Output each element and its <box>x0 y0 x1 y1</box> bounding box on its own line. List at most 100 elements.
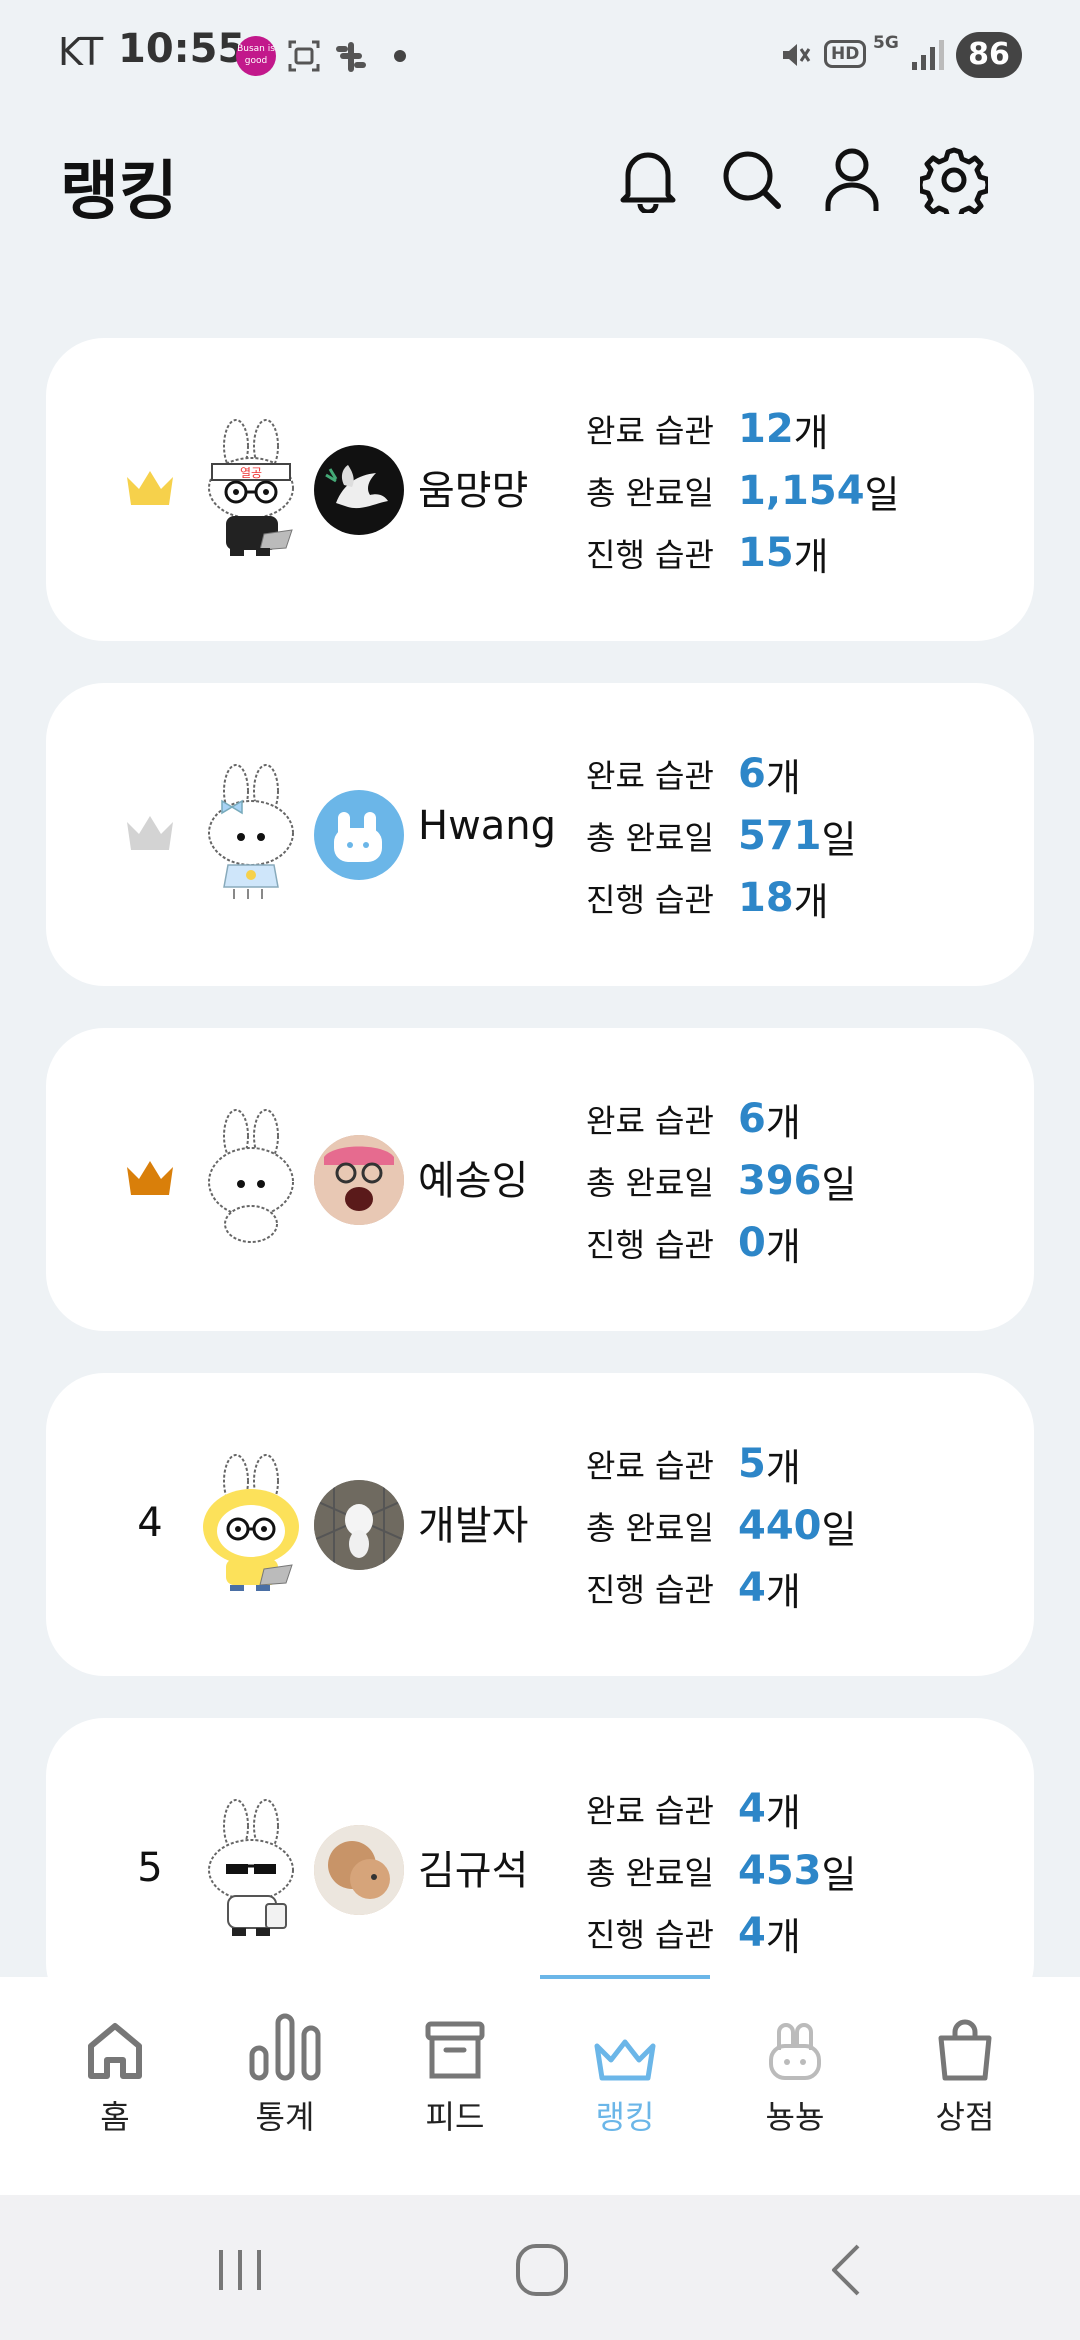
total-days-value: 396 <box>738 1158 822 1204</box>
username: 개발자 <box>418 1503 529 1549</box>
ranking-card[interactable]: 4 개발자 완료 습관 5 개 총 완료일 440 일 진행 습관 4 개 <box>46 1373 1034 1676</box>
nav-item-home[interactable]: 홈 <box>30 2002 200 2152</box>
rank-badge <box>106 448 194 528</box>
status-bar: KT 10:55 Busan is good HD 5G 86 <box>0 0 1080 110</box>
crown-icon <box>594 2039 656 2081</box>
nav-item-ranking[interactable]: 랭킹 <box>540 2002 710 2152</box>
completed-habits-row: 완료 습관 5 개 <box>586 1441 801 1490</box>
nav-item-stats[interactable]: 통계 <box>200 2002 370 2152</box>
poodle-photo-avatar-image <box>314 1825 404 1915</box>
completed-habits-value: 6 <box>738 1096 766 1142</box>
battery-indicator: 86 <box>956 32 1022 78</box>
crown-gold-icon <box>127 471 173 505</box>
home-circle-icon <box>516 2244 568 2296</box>
ongoing-habits-value: 0 <box>738 1220 766 1266</box>
feed-icon <box>425 2021 485 2079</box>
total-days-value: 1,154 <box>738 468 865 514</box>
search-button[interactable] <box>712 140 792 220</box>
completed-habits-row: 완료 습관 12 개 <box>586 406 829 455</box>
home-icon <box>88 2023 142 2079</box>
total-days-row: 총 완료일 396 일 <box>586 1158 857 1207</box>
rank-badge <box>106 793 194 873</box>
rank-badge: 5 <box>106 1828 194 1908</box>
ongoing-habits-row: 진행 습관 0 개 <box>586 1220 801 1269</box>
total-days-value: 571 <box>738 813 822 859</box>
nav-label-home: 홈 <box>100 2098 130 2136</box>
clock: 10:55 <box>118 26 246 72</box>
search-icon <box>723 151 781 209</box>
crown-silver-icon <box>127 816 173 850</box>
character-bunny-ribbon <box>208 764 294 899</box>
completed-habits-value: 5 <box>738 1441 766 1487</box>
stats-icon <box>249 2013 321 2081</box>
character-bunny-sunglasses <box>208 1799 294 1936</box>
character-bunny-hoodie <box>203 1454 299 1591</box>
user-avatar <box>314 1135 404 1225</box>
photo-avatar-image <box>314 1135 404 1225</box>
recents-icon <box>219 2250 261 2290</box>
total-days-row: 총 완료일 1,154 일 <box>586 468 900 517</box>
ranking-card[interactable]: 열공 움먕먕 완료 습관 12 개 총 완료일 1,154 일 진행 습관 15 <box>46 338 1034 641</box>
back-icon <box>832 2244 860 2296</box>
nav-label-shop: 상점 <box>935 2098 995 2136</box>
settings-button[interactable] <box>914 140 994 220</box>
ongoing-habits-value: 4 <box>738 1910 766 1956</box>
user-stats: 완료 습관 4 개 총 완료일 453 일 진행 습관 4 개 <box>586 1778 1006 1964</box>
notification-dot <box>394 50 406 62</box>
ongoing-habits-value: 4 <box>738 1565 766 1611</box>
user-stats: 완료 습관 5 개 총 완료일 440 일 진행 습관 4 개 <box>586 1433 1006 1619</box>
system-nav-bar <box>0 2195 1080 2340</box>
network-type: 5G <box>873 33 899 53</box>
user-stats: 완료 습관 12 개 총 완료일 1,154 일 진행 습관 15 개 <box>586 398 1006 584</box>
total-days-row: 총 완료일 440 일 <box>586 1503 857 1552</box>
dove-avatar-image <box>325 465 388 509</box>
rank-number: 4 <box>137 1500 163 1546</box>
username: 예송잉 <box>418 1158 529 1204</box>
rank-badge <box>106 1138 194 1218</box>
bottom-nav: 홈 통계 피드 랭킹 뇽뇽 상점 <box>0 1977 1080 2195</box>
shop-icon <box>938 2019 992 2081</box>
completed-habits-row: 완료 습관 4 개 <box>586 1786 801 1835</box>
total-days-row: 총 완료일 453 일 <box>586 1848 857 1897</box>
nav-item-shop[interactable]: 상점 <box>880 2002 1050 2152</box>
total-days-value: 440 <box>738 1503 822 1549</box>
dog-photo-avatar-image <box>314 1480 404 1570</box>
ongoing-habits-value: 15 <box>738 530 794 576</box>
user-avatar <box>314 790 404 880</box>
rank-badge: 4 <box>106 1483 194 1563</box>
completed-habits-value: 6 <box>738 751 766 797</box>
ongoing-habits-row: 진행 습관 4 개 <box>586 1565 801 1614</box>
active-tab-indicator <box>540 1975 710 1979</box>
notifications-button[interactable] <box>608 140 688 220</box>
profile-button[interactable] <box>812 140 892 220</box>
gear-icon <box>920 147 988 214</box>
screenshot-icon <box>288 40 320 72</box>
ongoing-habits-row: 진행 습관 4 개 <box>586 1910 801 1959</box>
bunny-avatar-image <box>334 812 382 862</box>
ongoing-habits-value: 18 <box>738 875 794 921</box>
bell-icon <box>620 152 676 213</box>
user-icon <box>825 148 879 211</box>
bunny-icon <box>769 2023 821 2080</box>
home-system-button[interactable] <box>502 2230 582 2310</box>
ongoing-habits-row: 진행 습관 18 개 <box>586 875 829 924</box>
back-button[interactable] <box>806 2230 886 2310</box>
character-bunny-studying: 열공 <box>208 419 294 556</box>
nav-item-feed[interactable]: 피드 <box>370 2002 540 2152</box>
nav-label-stats: 통계 <box>255 2098 315 2136</box>
user-avatar <box>314 445 404 535</box>
nav-label-ranking: 랭킹 <box>595 2098 655 2136</box>
nav-item-nyongnyong[interactable]: 뇽뇽 <box>710 2002 880 2152</box>
page-title: 랭킹 <box>60 155 178 229</box>
mute-icon <box>783 44 811 66</box>
ranking-card[interactable]: Hwang 완료 습관 6 개 총 완료일 571 일 진행 습관 18 개 <box>46 683 1034 986</box>
username: 움먕먕 <box>418 468 529 514</box>
completed-habits-value: 12 <box>738 406 794 452</box>
user-stats: 완료 습관 6 개 총 완료일 571 일 진행 습관 18 개 <box>586 743 1006 929</box>
hd-voice-badge: HD <box>824 40 867 68</box>
ranking-card[interactable]: 예송잉 완료 습관 6 개 총 완료일 396 일 진행 습관 0 개 <box>46 1028 1034 1331</box>
user-stats: 완료 습관 6 개 총 완료일 396 일 진행 습관 0 개 <box>586 1088 1006 1274</box>
slack-icon <box>336 42 366 72</box>
ongoing-habits-row: 진행 습관 15 개 <box>586 530 829 579</box>
recents-button[interactable] <box>200 2230 280 2310</box>
